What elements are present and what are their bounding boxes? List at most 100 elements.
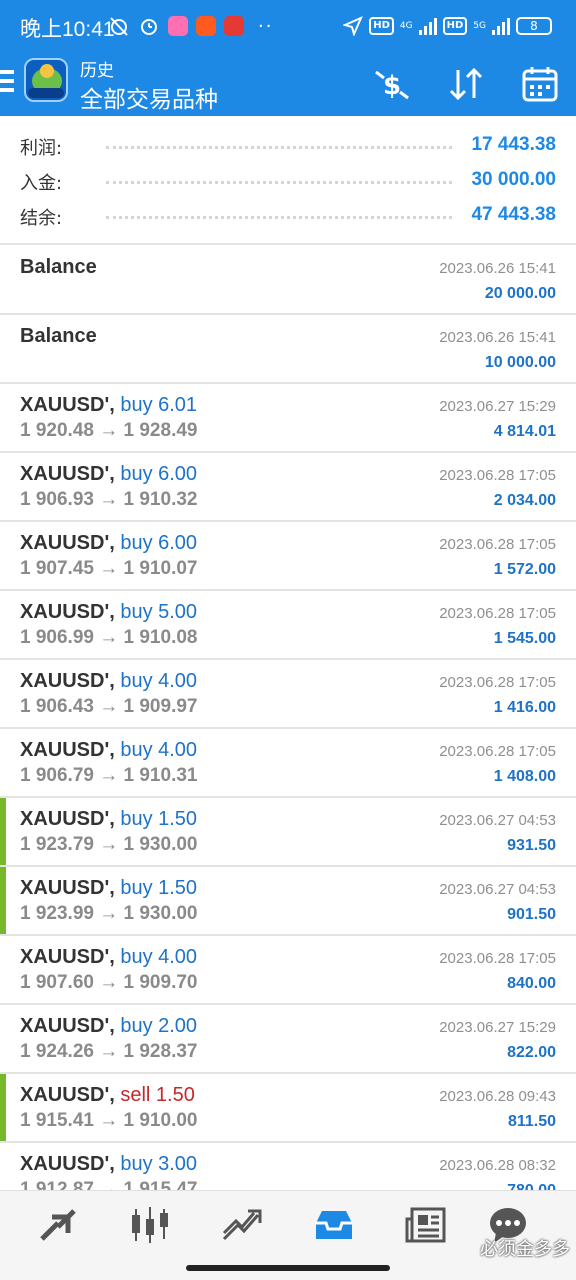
symbol-name: XAUUSD', xyxy=(20,808,115,830)
deal-symbol: Balance xyxy=(20,256,97,279)
quotes-icon[interactable] xyxy=(36,1205,80,1245)
symbol-name: XAUUSD', xyxy=(20,946,115,968)
deal-direction: buy 4.00 xyxy=(120,946,198,968)
deal-symbol: XAUUSD', buy 4.00 xyxy=(20,670,197,693)
deal-prices: 1 906.99 → 1 910.08 xyxy=(20,627,198,648)
system-icons: HD 4G HD 5G 8 xyxy=(343,14,552,38)
deal-direction: buy 6.00 xyxy=(120,532,198,554)
deal-profit: 20 000.00 xyxy=(484,285,556,302)
symbol-name: XAUUSD', xyxy=(20,394,115,416)
deal-row[interactable]: XAUUSD', buy 1.50 1 923.79 → 1 930.00 2023… xyxy=(0,798,576,867)
deal-profit: 822.00 xyxy=(507,1044,556,1061)
deal-row[interactable]: XAUUSD', buy 6.00 1 907.45 → 1 910.07 2023… xyxy=(0,522,576,591)
trade-icon[interactable] xyxy=(220,1205,264,1245)
chart-icon[interactable] xyxy=(128,1205,172,1245)
deal-symbol: XAUUSD', buy 4.00 xyxy=(20,946,197,969)
deal-profit: 1 408.00 xyxy=(493,768,556,785)
signal-icon-2 xyxy=(492,17,510,35)
deal-direction: buy 4.00 xyxy=(120,739,198,761)
deal-row[interactable]: XAUUSD', buy 4.00 1 907.60 → 1 909.70 2023… xyxy=(0,936,576,1005)
hd-badge: HD xyxy=(369,17,394,35)
symbol-name: XAUUSD', xyxy=(20,463,115,485)
alarm-off-icon xyxy=(110,17,128,36)
deal-row[interactable]: XAUUSD', buy 4.00 1 906.43 → 1 909.97 2023… xyxy=(0,660,576,729)
deal-date: 2023.06.28 17:05 xyxy=(439,950,556,967)
deal-date: 2023.06.28 17:05 xyxy=(439,743,556,760)
deal-profit: 840.00 xyxy=(507,975,556,992)
deal-prices: 1 906.79 → 1 910.31 xyxy=(20,765,198,786)
symbol-name: XAUUSD', xyxy=(20,1015,115,1037)
hd-badge-2: HD xyxy=(442,17,468,35)
deal-symbol: XAUUSD', buy 5.00 xyxy=(20,601,197,624)
deal-prices: 1 907.60 → 1 909.70 xyxy=(20,972,198,993)
symbol-filter[interactable]: 全部交易品种 xyxy=(80,80,218,114)
deal-profit: 780.00 xyxy=(507,1182,556,1190)
symbol-name: XAUUSD', xyxy=(20,601,115,623)
symbol-name: Balance xyxy=(20,325,97,347)
deal-row[interactable]: XAUUSD', buy 6.00 1 906.93 → 1 910.32 2023… xyxy=(0,453,576,522)
home-indicator[interactable] xyxy=(186,1265,390,1271)
symbol-name: XAUUSD', xyxy=(20,877,115,899)
deal-profit: 901.50 xyxy=(507,906,556,923)
deal-row[interactable]: XAUUSD', buy 1.50 1 923.99 → 1 930.00 2023… xyxy=(0,867,576,936)
deal-date: 2023.06.28 17:05 xyxy=(439,467,556,484)
deal-row[interactable]: XAUUSD', buy 4.00 1 906.79 → 1 910.31 2023… xyxy=(0,729,576,798)
deal-profit: 931.50 xyxy=(507,837,556,854)
history-icon[interactable] xyxy=(312,1205,356,1245)
deal-prices: 1 920.48 → 1 928.49 xyxy=(20,420,198,441)
summary-deposit: 入金: 30 000.00 xyxy=(0,163,576,197)
account-summary: 利润: 17 443.38 入金: 30 000.00 结余: 47 443.3… xyxy=(0,126,576,244)
deal-direction: buy 4.00 xyxy=(120,670,198,692)
sort-icon[interactable] xyxy=(446,64,486,104)
deal-date: 2023.06.28 17:05 xyxy=(439,536,556,553)
deal-symbol: XAUUSD', buy 6.00 xyxy=(20,463,197,486)
menu-icon[interactable] xyxy=(0,70,16,98)
status-time: 晚上10:41 xyxy=(20,18,115,41)
deal-row[interactable]: XAUUSD', buy 2.00 1 924.26 → 1 928.37 2023… xyxy=(0,1005,576,1074)
deal-direction: buy 3.00 xyxy=(120,1153,198,1175)
deal-prices: 1 923.79 → 1 930.00 xyxy=(20,834,198,855)
more-notifications-icon: ·· xyxy=(258,15,274,37)
deal-date: 2023.06.28 17:05 xyxy=(439,605,556,622)
symbol-name: XAUUSD', xyxy=(20,670,115,692)
symbol-name: XAUUSD', xyxy=(20,1153,115,1175)
status-bar: 晚上10:41 ·· HD 4G HD 5G 8 xyxy=(0,0,576,52)
deal-date: 2023.06.27 04:53 xyxy=(439,812,556,829)
deal-direction: sell 1.50 xyxy=(120,1084,195,1106)
app-notification-icon xyxy=(168,16,188,36)
deal-date: 2023.06.28 09:43 xyxy=(439,1088,556,1105)
symbol-name: XAUUSD', xyxy=(20,739,115,761)
deal-row[interactable]: XAUUSD', sell 1.50 1 915.41 → 1 910.00 202… xyxy=(0,1074,576,1143)
deal-symbol: XAUUSD', buy 2.00 xyxy=(20,1015,197,1038)
summary-label: 利润: xyxy=(20,138,63,159)
deal-symbol: XAUUSD', buy 1.50 xyxy=(20,808,197,831)
balance-row[interactable]: Balance 2023.06.26 15:41 10 000.00 xyxy=(0,315,576,384)
deal-prices: 1 906.93 → 1 910.32 xyxy=(20,489,198,510)
network-type-1: 4G xyxy=(399,21,413,31)
deal-symbol: XAUUSD', buy 3.00 xyxy=(20,1153,197,1176)
summary-profit: 利润: 17 443.38 xyxy=(0,128,576,162)
calendar-icon[interactable] xyxy=(520,64,560,104)
news-icon[interactable] xyxy=(404,1205,448,1245)
deal-profit: 2 034.00 xyxy=(493,492,556,509)
deal-prices: 1 906.43 → 1 909.97 xyxy=(20,696,198,717)
deal-direction: buy 6.01 xyxy=(120,394,198,416)
balance-row[interactable]: Balance 2023.06.26 15:41 20 000.00 xyxy=(0,246,576,315)
top-bar: 晚上10:41 ·· HD 4G HD 5G 8 历史 全部交易品种 $ xyxy=(0,0,576,116)
app-logo xyxy=(24,58,68,102)
deal-row[interactable]: XAUUSD', buy 6.01 1 920.48 → 1 928.49 2023… xyxy=(0,384,576,453)
currency-filter-icon[interactable]: $ xyxy=(372,64,412,104)
deal-row[interactable]: XAUUSD', buy 3.00 1 912.87 → 1 915.47 2023… xyxy=(0,1143,576,1190)
symbol-name: XAUUSD', xyxy=(20,532,115,554)
deal-symbol: XAUUSD', buy 6.00 xyxy=(20,532,197,555)
deal-row[interactable]: XAUUSD', buy 5.00 1 906.99 → 1 910.08 2023… xyxy=(0,591,576,660)
deals-list[interactable]: Balance 2023.06.26 15:41 20 000.00 Balance… xyxy=(0,246,576,1190)
deal-marker xyxy=(0,867,6,934)
deal-date: 2023.06.28 08:32 xyxy=(439,1157,556,1174)
deal-date: 2023.06.26 15:41 xyxy=(439,260,556,277)
deal-prices: 1 923.99 → 1 930.00 xyxy=(20,903,198,924)
watermark: 必须金多多 xyxy=(480,1239,570,1260)
bottom-navigation: 必须金多多 xyxy=(0,1190,576,1280)
alarm-icon xyxy=(141,19,157,35)
svg-text:$: $ xyxy=(383,71,401,101)
